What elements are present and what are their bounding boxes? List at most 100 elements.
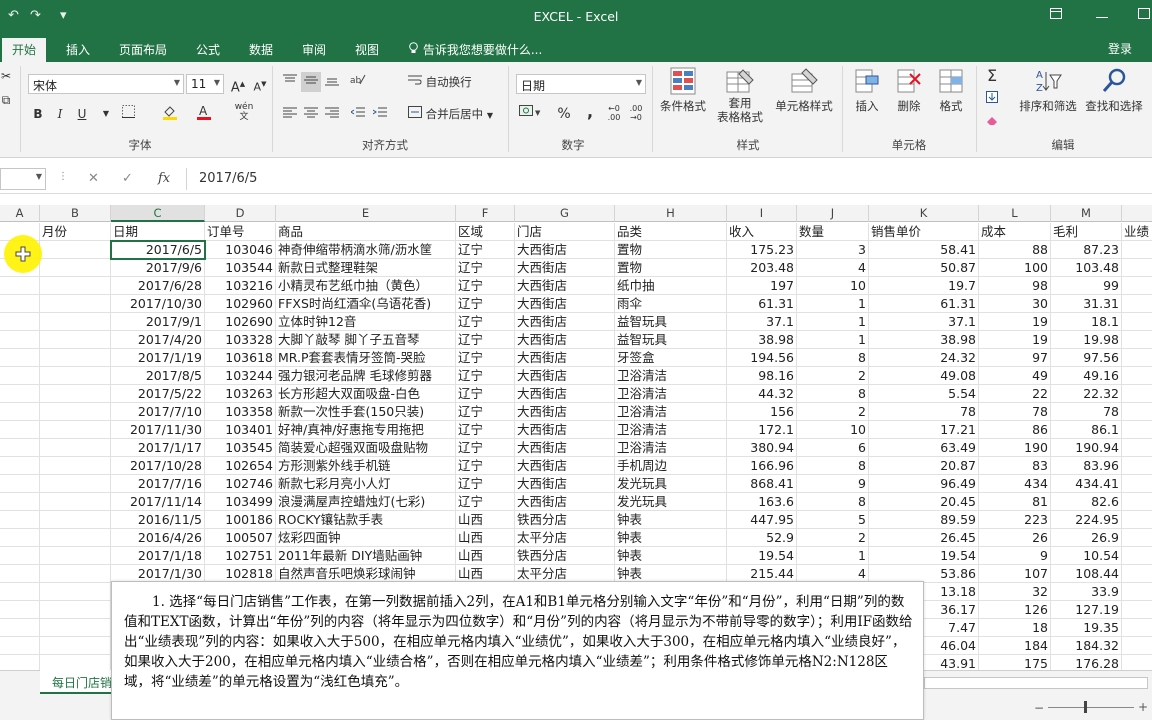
increase-indent-icon[interactable] [370,104,390,124]
table-cell[interactable]: 1 [797,331,869,349]
table-cell[interactable]: 98.16 [727,367,797,385]
tab-review[interactable]: 审阅 [302,39,326,62]
table-cell[interactable]: 2 [797,529,869,547]
header-cell[interactable]: 毛利 [1051,223,1122,241]
table-cell[interactable]: 103358 [205,403,276,421]
table-cell[interactable]: 98 [979,277,1051,295]
table-cell[interactable]: 大西街店 [515,439,615,457]
table-cell[interactable]: 8 [797,457,869,475]
table-cell[interactable]: 辽宁 [456,457,515,475]
table-cell[interactable]: 大西街店 [515,295,615,313]
table-cell[interactable]: 大西街店 [515,349,615,367]
table-cell[interactable]: 6 [797,439,869,457]
table-cell[interactable] [1122,601,1152,619]
table-cell[interactable]: 卫浴清洁 [615,403,727,421]
table-cell[interactable]: 184 [979,637,1051,655]
table-cell[interactable]: 2017/5/22 [111,385,205,403]
table-cell[interactable]: 钟表 [615,547,727,565]
table-cell[interactable]: 大西街店 [515,241,615,259]
table-cell[interactable]: 纸巾抽 [615,277,727,295]
table-cell[interactable] [0,565,40,583]
table-cell[interactable]: 175.23 [727,241,797,259]
table-cell[interactable]: 铁西分店 [515,547,615,565]
table-cell[interactable] [40,295,111,313]
table-cell[interactable]: 大西街店 [515,367,615,385]
table-cell[interactable] [1122,331,1152,349]
table-cell[interactable]: 49 [979,367,1051,385]
table-cell[interactable]: 19 [979,313,1051,331]
formula-bar-handle-icon[interactable]: ⋮ [58,171,68,182]
table-cell[interactable]: 103499 [205,493,276,511]
table-cell[interactable]: 100186 [205,511,276,529]
table-cell[interactable]: 长方形超大双面吸盘-白色 [276,385,456,403]
table-cell[interactable]: 38.98 [869,331,979,349]
table-cell[interactable] [1122,655,1152,670]
table-cell[interactable] [0,439,40,457]
ribbon-display-icon[interactable] [1044,6,1068,26]
table-cell[interactable] [1122,475,1152,493]
table-cell[interactable]: 9 [979,547,1051,565]
table-cell[interactable]: 86.1 [1051,421,1122,439]
table-cell[interactable]: 辽宁 [456,331,515,349]
table-cell[interactable] [40,547,111,565]
table-cell[interactable]: 大脚丫敲琴 脚丫子五音琴 [276,331,456,349]
table-cell[interactable]: 19.54 [727,547,797,565]
table-cell[interactable]: 神奇伸缩带柄滴水筛/沥水筐 [276,241,456,259]
table-cell[interactable]: 50.87 [869,259,979,277]
table-cell[interactable]: 37.1 [869,313,979,331]
table-cell[interactable]: 434.41 [1051,475,1122,493]
table-cell[interactable]: 18.1 [1051,313,1122,331]
table-cell[interactable]: 卫浴清洁 [615,421,727,439]
table-cell[interactable]: 2 [797,403,869,421]
sort-filter-button[interactable]: AZ 排序和筛选 [1016,66,1080,114]
header-cell[interactable]: 销售单价 [869,223,979,241]
table-cell[interactable]: 102960 [205,295,276,313]
underline-dropdown-icon[interactable]: ▼ [96,104,116,124]
sheet-tab-daily-store-sales[interactable]: 每日门店销售 [40,670,112,694]
table-cell[interactable]: 铁西分店 [515,511,615,529]
table-cell[interactable]: 1 [797,295,869,313]
table-cell[interactable]: 37.1 [727,313,797,331]
number-format-select[interactable]: 日期 ▼ [516,74,646,94]
header-cell[interactable]: 区域 [456,223,515,241]
table-cell[interactable]: 大西街店 [515,331,615,349]
table-cell[interactable]: 868.41 [727,475,797,493]
table-cell[interactable]: 19.7 [869,277,979,295]
table-cell[interactable]: 大西街店 [515,475,615,493]
table-cell[interactable]: 61.31 [727,295,797,313]
table-cell[interactable]: 19.98 [1051,331,1122,349]
table-cell[interactable]: 辽宁 [456,421,515,439]
fill-color-icon[interactable] [160,104,180,124]
table-cell[interactable] [40,529,111,547]
table-cell[interactable]: 2017/9/1 [111,313,205,331]
table-cell[interactable]: 26.45 [869,529,979,547]
table-cell[interactable]: 19 [979,331,1051,349]
table-cell[interactable]: 2011年最新 DIY墙贴画钟 [276,547,456,565]
table-cell[interactable]: 10 [797,277,869,295]
header-cell[interactable]: 数量 [797,223,869,241]
header-cell[interactable]: 商品 [276,223,456,241]
table-cell[interactable]: 10.54 [1051,547,1122,565]
table-cell[interactable]: 166.96 [727,457,797,475]
table-cell[interactable] [1122,403,1152,421]
table-cell[interactable]: 22 [979,385,1051,403]
header-cell[interactable]: 订单号 [205,223,276,241]
table-cell[interactable]: 103046 [205,241,276,259]
table-cell[interactable]: 31.31 [1051,295,1122,313]
tab-home[interactable]: 开始 [2,38,47,62]
table-cell[interactable]: 190.94 [1051,439,1122,457]
table-cell[interactable]: 钟表 [615,511,727,529]
header-cell[interactable]: 门店 [515,223,615,241]
table-cell[interactable]: 辽宁 [456,439,515,457]
table-cell[interactable]: 大西街店 [515,457,615,475]
table-cell[interactable]: 钟表 [615,529,727,547]
tab-view[interactable]: 视图 [355,39,379,62]
zoom-slider-thumb[interactable] [1084,701,1087,713]
wrap-text-button[interactable]: 自动换行 [408,74,472,90]
table-cell[interactable] [0,511,40,529]
header-cell[interactable]: 日期 [111,223,205,241]
underline-button[interactable]: U [72,104,92,124]
zoom-out-icon[interactable]: − [1034,701,1044,715]
table-cell[interactable]: 大西街店 [515,493,615,511]
table-cell[interactable]: 434 [979,475,1051,493]
